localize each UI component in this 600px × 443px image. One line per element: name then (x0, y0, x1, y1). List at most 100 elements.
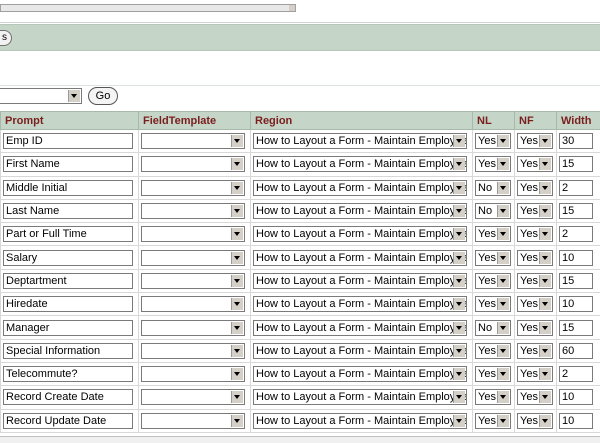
region-select[interactable]: How to Layout a Form - Maintain Employee… (253, 273, 467, 289)
filter-select[interactable] (0, 88, 82, 104)
chevron-down-icon[interactable] (453, 275, 465, 287)
nf-select[interactable]: Yes (517, 156, 553, 172)
region-select[interactable]: How to Layout a Form - Maintain Employee… (253, 296, 467, 312)
prompt-input[interactable]: Special Information (3, 343, 133, 359)
region-select[interactable]: How to Layout a Form - Maintain Employee… (253, 226, 467, 242)
prompt-input[interactable]: Middle Initial (3, 180, 133, 196)
prompt-input[interactable]: Last Name (3, 203, 133, 219)
fieldtemplate-select[interactable] (141, 203, 245, 219)
nl-select[interactable]: Yes (475, 226, 511, 242)
chevron-down-icon[interactable] (231, 415, 243, 427)
go-button[interactable]: Go (88, 87, 118, 105)
chevron-down-icon[interactable] (539, 205, 551, 217)
width-input[interactable]: 15 (559, 273, 593, 289)
chevron-down-icon[interactable] (539, 275, 551, 287)
fieldtemplate-select[interactable] (141, 343, 245, 359)
chevron-down-icon[interactable] (231, 158, 243, 170)
width-input[interactable]: 2 (559, 226, 593, 242)
nl-select[interactable]: Yes (475, 133, 511, 149)
fieldtemplate-select[interactable] (141, 156, 245, 172)
header-nf[interactable]: NF (515, 112, 557, 130)
fieldtemplate-select[interactable] (141, 180, 245, 196)
chevron-down-icon[interactable] (453, 391, 465, 403)
chevron-down-icon[interactable] (539, 415, 551, 427)
region-select[interactable]: How to Layout a Form - Maintain Employee… (253, 366, 467, 382)
chevron-down-icon[interactable] (497, 252, 509, 264)
nf-select[interactable]: Yes (517, 389, 553, 405)
width-input[interactable]: 10 (559, 296, 593, 312)
fieldtemplate-select[interactable] (141, 366, 245, 382)
chevron-down-icon[interactable] (539, 182, 551, 194)
width-input[interactable]: 60 (559, 343, 593, 359)
chevron-down-icon[interactable] (539, 345, 551, 357)
region-select[interactable]: How to Layout a Form - Maintain Employee… (253, 180, 467, 196)
chevron-down-icon[interactable] (231, 205, 243, 217)
nl-select[interactable]: Yes (475, 273, 511, 289)
region-select[interactable]: How to Layout a Form - Maintain Employee… (253, 203, 467, 219)
width-input[interactable]: 30 (559, 133, 593, 149)
fieldtemplate-select[interactable] (141, 296, 245, 312)
header-nl[interactable]: NL (473, 112, 515, 130)
nl-select[interactable]: No (475, 203, 511, 219)
nl-select[interactable]: Yes (475, 296, 511, 312)
chevron-down-icon[interactable] (539, 228, 551, 240)
chevron-down-icon[interactable] (453, 252, 465, 264)
chevron-down-icon[interactable] (453, 205, 465, 217)
chevron-down-icon[interactable] (497, 298, 509, 310)
nl-select[interactable]: Yes (475, 250, 511, 266)
header-fieldtemplate[interactable]: FieldTemplate (139, 112, 251, 130)
chevron-down-icon[interactable] (231, 345, 243, 357)
prompt-input[interactable]: Record Create Date (3, 389, 133, 405)
prompt-input[interactable]: Salary (3, 250, 133, 266)
chevron-down-icon[interactable] (497, 182, 509, 194)
chevron-down-icon[interactable] (497, 228, 509, 240)
chevron-down-icon[interactable] (231, 135, 243, 147)
nf-select[interactable]: Yes (517, 296, 553, 312)
width-input[interactable]: 15 (559, 203, 593, 219)
chevron-down-icon[interactable] (453, 368, 465, 380)
chevron-down-icon[interactable] (539, 368, 551, 380)
nf-select[interactable]: Yes (517, 226, 553, 242)
prompt-input[interactable]: Record Update Date (3, 413, 133, 429)
chevron-down-icon[interactable] (497, 391, 509, 403)
chevron-down-icon[interactable] (497, 415, 509, 427)
chevron-down-icon[interactable] (539, 298, 551, 310)
header-region[interactable]: Region (251, 112, 473, 130)
chevron-down-icon[interactable] (539, 158, 551, 170)
region-select[interactable]: How to Layout a Form - Maintain Employee… (253, 250, 467, 266)
region-select[interactable]: How to Layout a Form - Maintain Employee… (253, 133, 467, 149)
chevron-down-icon[interactable] (231, 252, 243, 264)
chevron-down-icon[interactable] (539, 322, 551, 334)
header-width[interactable]: Width (557, 112, 600, 130)
chevron-down-icon[interactable] (453, 228, 465, 240)
chevron-down-icon[interactable] (231, 298, 243, 310)
width-input[interactable]: 10 (559, 250, 593, 266)
width-input[interactable]: 2 (559, 180, 593, 196)
width-input[interactable]: 15 (559, 156, 593, 172)
width-input[interactable]: 2 (559, 366, 593, 382)
chevron-down-icon[interactable] (497, 275, 509, 287)
prompt-input[interactable]: First Name (3, 156, 133, 172)
region-select[interactable]: How to Layout a Form - Maintain Employee… (253, 343, 467, 359)
chevron-down-icon[interactable] (497, 368, 509, 380)
chevron-down-icon[interactable] (453, 182, 465, 194)
chevron-down-icon[interactable] (497, 158, 509, 170)
nf-select[interactable]: Yes (517, 133, 553, 149)
chevron-down-icon[interactable] (453, 158, 465, 170)
prompt-input[interactable]: Telecommute? (3, 366, 133, 382)
chevron-down-icon[interactable] (231, 391, 243, 403)
horizontal-scrollbar-top[interactable] (0, 4, 296, 12)
region-select[interactable]: How to Layout a Form - Maintain Employee… (253, 389, 467, 405)
nf-select[interactable]: Yes (517, 413, 553, 429)
chevron-down-icon[interactable] (231, 275, 243, 287)
nf-select[interactable]: Yes (517, 250, 553, 266)
chevron-down-icon[interactable] (453, 322, 465, 334)
region-select[interactable]: How to Layout a Form - Maintain Employee… (253, 320, 467, 336)
width-input[interactable]: 10 (559, 413, 593, 429)
chevron-down-icon[interactable] (497, 205, 509, 217)
chevron-down-icon[interactable] (453, 298, 465, 310)
nf-select[interactable]: Yes (517, 320, 553, 336)
region-select[interactable]: How to Layout a Form - Maintain Employee… (253, 413, 467, 429)
nl-select[interactable]: Yes (475, 366, 511, 382)
fieldtemplate-select[interactable] (141, 320, 245, 336)
